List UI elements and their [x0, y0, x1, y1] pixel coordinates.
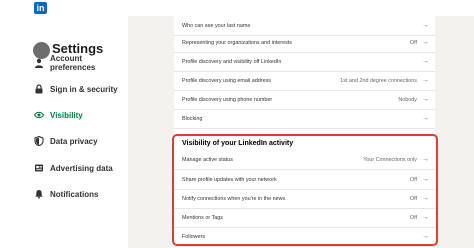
sidebar-item-label: Visibility	[50, 110, 83, 120]
setting-value: Off	[409, 176, 417, 183]
setting-label: Manage active status	[182, 156, 233, 163]
arrow-right-icon: →	[422, 96, 429, 103]
newspaper-icon	[34, 163, 44, 173]
settings-sidebar: Settings Account preferences Sign in & s…	[0, 16, 128, 248]
setting-label: Mentions or Tags	[182, 214, 223, 221]
setting-value: Nobody	[398, 96, 417, 103]
sidebar-item-notifications[interactable]: Notifications	[34, 187, 98, 201]
setting-label: Profile discovery using phone number	[182, 96, 273, 103]
setting-label: Blocking	[182, 115, 203, 122]
sidebar-item-account-preferences[interactable]: Account preferences	[34, 54, 128, 72]
setting-row-notify-connections-news[interactable]: Notify connections when you're in the ne…	[174, 189, 435, 209]
top-bar: in	[0, 0, 474, 16]
sidebar-item-label: Data privacy	[50, 136, 98, 146]
sidebar-item-label: Sign in & security	[50, 84, 118, 94]
setting-label: Profile discovery using email address	[182, 77, 271, 84]
arrow-right-icon: →	[422, 115, 429, 122]
arrow-right-icon: →	[422, 77, 429, 84]
eye-icon	[34, 110, 44, 120]
setting-value: Off	[409, 39, 417, 46]
sidebar-item-data-privacy[interactable]: Data privacy	[34, 134, 98, 148]
bell-icon	[34, 189, 44, 199]
setting-value: 1st and 2nd degree connections	[340, 77, 417, 84]
section-title-activity-visibility: Visibility of your LinkedIn activity	[182, 140, 294, 147]
setting-value: Your Connections only	[363, 156, 417, 163]
setting-row-blocking[interactable]: Blocking →	[174, 109, 435, 129]
shield-icon	[34, 136, 44, 146]
person-icon	[34, 58, 44, 68]
arrow-right-icon: →	[422, 22, 429, 29]
sidebar-item-sign-in-security[interactable]: Sign in & security	[34, 82, 118, 96]
setting-label: Notify connections when you're in the ne…	[182, 195, 286, 202]
arrow-right-icon: →	[422, 176, 429, 183]
setting-label: Followers	[182, 233, 206, 240]
setting-row-discovery-phone[interactable]: Profile discovery using phone number Nob…	[174, 90, 435, 110]
arrow-right-icon: →	[422, 233, 429, 240]
setting-value: Off	[409, 195, 417, 202]
arrow-right-icon: →	[422, 156, 429, 163]
visibility-settings-panel: Who can see your last name → Representin…	[174, 16, 435, 248]
setting-row-profile-discovery-off-linkedin[interactable]: Profile discovery and visibility off Lin…	[174, 52, 435, 72]
sidebar-item-visibility[interactable]: Visibility	[34, 108, 83, 122]
setting-label: Share profile updates with your network	[182, 176, 277, 183]
sidebar-item-advertising-data[interactable]: Advertising data	[34, 161, 113, 175]
sidebar-item-label: Notifications	[50, 189, 99, 199]
setting-value: Off	[409, 214, 417, 221]
arrow-right-icon: →	[422, 214, 429, 221]
arrow-right-icon: →	[422, 39, 429, 46]
arrow-right-icon: →	[422, 58, 429, 65]
linkedin-logo[interactable]: in	[34, 2, 47, 14]
sidebar-item-label: Account preferences	[50, 54, 96, 72]
arrow-right-icon: →	[422, 195, 429, 202]
lock-icon	[34, 84, 44, 94]
setting-row-discovery-email[interactable]: Profile discovery using email address 1s…	[174, 71, 435, 91]
setting-row-followers[interactable]: Followers →	[174, 227, 435, 247]
setting-row-share-profile-updates[interactable]: Share profile updates with your network …	[174, 170, 435, 190]
setting-label: Representing your organizations and inte…	[182, 39, 292, 46]
setting-row-active-status[interactable]: Manage active status Your Connections on…	[174, 150, 435, 170]
setting-label: Profile discovery and visibility off Lin…	[182, 58, 282, 65]
setting-label: Who can see your last name	[182, 22, 251, 29]
sidebar-item-label: Advertising data	[50, 163, 113, 173]
setting-row-mentions-tags[interactable]: Mentions or Tags Off →	[174, 208, 435, 228]
setting-row-representing-organizations[interactable]: Representing your organizations and inte…	[174, 33, 435, 53]
